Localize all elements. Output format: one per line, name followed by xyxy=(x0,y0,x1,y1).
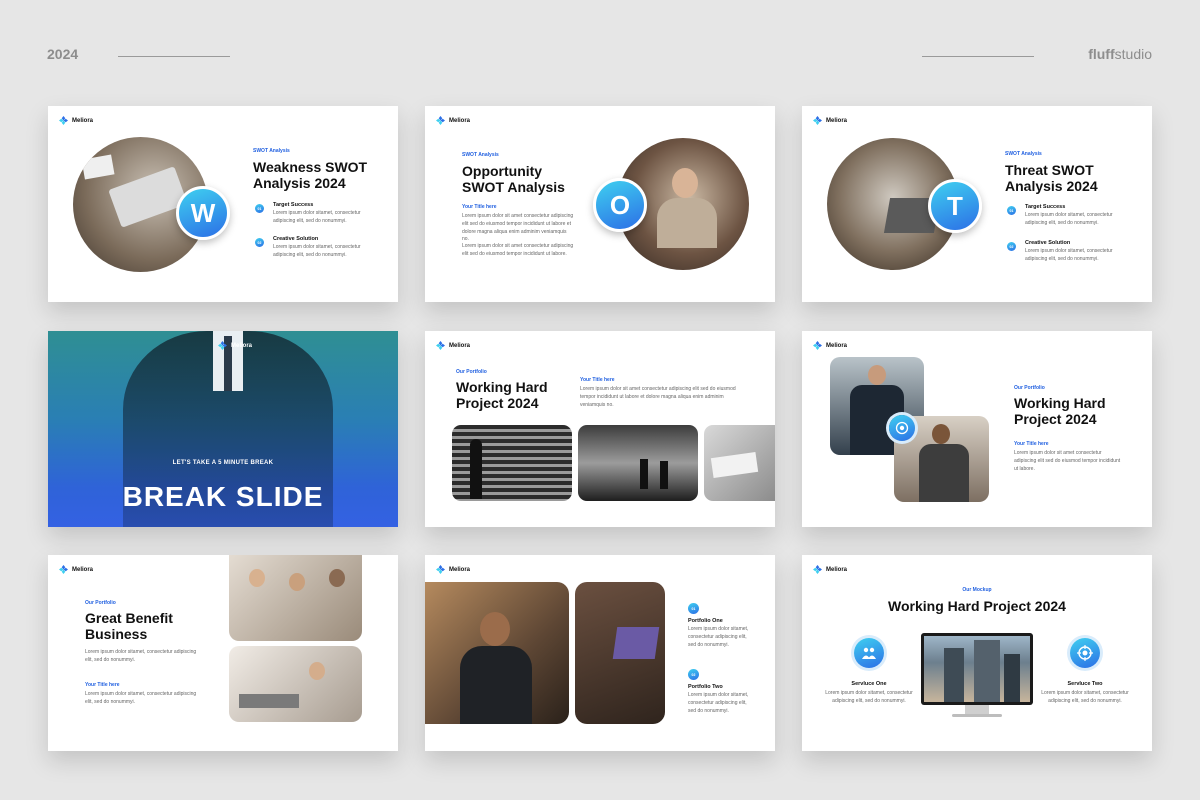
slide-logo: Meliora xyxy=(436,565,470,574)
break-kicker: LET'S TAKE A 5 MINUTE BREAK xyxy=(172,460,274,466)
logo-icon xyxy=(59,116,68,125)
header-divider-left xyxy=(118,56,230,57)
item-body: Lorem ipsum dolor sitamet, consectetur a… xyxy=(688,692,749,714)
point-number: 02 xyxy=(1007,242,1016,251)
logo-icon xyxy=(436,565,445,574)
slide-logo: Meliora xyxy=(436,116,470,125)
point-body: Lorem ipsum dolor sitamet, consectetur a… xyxy=(1025,248,1113,262)
logo-icon xyxy=(436,341,445,350)
slide-title: Great Benefit Business xyxy=(85,610,173,643)
slide-opportunity[interactable]: Meliora SWOT Analysis Opportunity SWOT A… xyxy=(425,106,775,302)
point-number: 01 xyxy=(1007,206,1016,215)
slide-logo: Meliora xyxy=(218,341,252,350)
photo-desk-glasses xyxy=(704,425,775,501)
point-body: Lorem ipsum dolor sitamet, consectetur a… xyxy=(273,244,361,258)
photo-man-headphones xyxy=(425,582,569,724)
photo-office-blinds xyxy=(452,425,572,501)
header-divider-right xyxy=(922,56,1034,57)
point-title: Creative Solution xyxy=(1025,240,1071,246)
swot-letter-badge: O xyxy=(593,178,647,232)
slide-threat[interactable]: Meliora T SWOT Analysis Threat SWOT Anal… xyxy=(802,106,1152,302)
photo-team-meeting xyxy=(229,555,362,641)
point-title: Target Success xyxy=(1025,204,1066,210)
target-icon xyxy=(889,415,915,441)
item-number: 02 xyxy=(688,669,699,680)
point-title: Creative Solution xyxy=(273,236,319,242)
slide-title: Threat SWOT Analysis 2024 xyxy=(1005,162,1098,195)
slide-kicker: Our Portfolio xyxy=(85,600,116,606)
slide-subtitle: Your Title here xyxy=(1014,441,1049,447)
swot-letter-badge: W xyxy=(176,186,230,240)
team-icon xyxy=(854,638,884,668)
logo-icon xyxy=(218,341,227,350)
slide-title: Weakness SWOT Analysis 2024 xyxy=(253,159,368,192)
logo-icon xyxy=(436,116,445,125)
photo-woman-laptop-cafe xyxy=(575,582,665,724)
monitor-base xyxy=(952,714,1002,717)
slide-body: Lorem ipsum dolor sit amet consectetur a… xyxy=(1014,450,1121,472)
slide-title: Working Hard Project 2024 xyxy=(456,379,548,412)
slide-benefit[interactable]: Meliora Our Portfolio Great Benefit Busi… xyxy=(48,555,398,751)
slide-body: Lorem ipsum dolor sit amet consectetur a… xyxy=(462,213,574,243)
slide-kicker: Our Portfolio xyxy=(1014,385,1045,391)
logo-icon xyxy=(813,116,822,125)
point-body: Lorem ipsum dolor sitamet, consectetur a… xyxy=(273,210,361,224)
header-brand: fluffstudio xyxy=(1088,46,1152,62)
slide-kicker: SWOT Analysis xyxy=(253,148,290,154)
slide-logo: Meliora xyxy=(59,565,93,574)
monitor-mockup xyxy=(921,633,1033,705)
target-icon xyxy=(1070,638,1100,668)
slide-logo: Meliora xyxy=(436,341,470,350)
service-title: Servluce One xyxy=(851,681,887,687)
photo-team-laptops xyxy=(229,646,362,722)
point-body: Lorem ipsum dolor sitamet, consectetur a… xyxy=(1025,212,1113,226)
logo-icon xyxy=(813,341,822,350)
break-title: BREAK SLIDE xyxy=(122,481,324,512)
slide-subtitle: Your Title here xyxy=(580,377,615,383)
slide-working-hard[interactable]: Meliora Our Portfolio Working Hard Proje… xyxy=(802,331,1152,527)
slide-kicker: SWOT Analysis xyxy=(462,152,499,158)
slide-kicker: Our Portfolio xyxy=(456,369,487,375)
point-title: Target Success xyxy=(273,202,314,208)
slide-body: Lorem ipsum dolor sitamet, consectetur a… xyxy=(85,649,197,663)
item-number: 01 xyxy=(688,603,699,614)
slide-title: Opportunity SWOT Analysis xyxy=(462,163,565,196)
monitor-screen-photo xyxy=(924,636,1030,702)
slide-logo: Meliora xyxy=(813,565,847,574)
slide-body: Lorem ipsum dolor sitamet, consectetur a… xyxy=(85,691,197,705)
slide-kicker: SWOT Analysis xyxy=(1005,151,1042,157)
service-title: Servluce Two xyxy=(1067,681,1103,687)
service-body: Lorem ipsum dolor sitamet, consectetur a… xyxy=(1041,690,1129,704)
logo-icon xyxy=(59,565,68,574)
swot-letter-badge: T xyxy=(928,179,982,233)
slide-logo: Meliora xyxy=(59,116,93,125)
logo-icon xyxy=(813,565,822,574)
slide-break[interactable]: Meliora LET'S TAKE A 5 MINUTE BREAK BREA… xyxy=(48,331,398,527)
point-number: 02 xyxy=(255,238,264,247)
slide-weakness[interactable]: Meliora W SWOT Analysis Weakness SWOT An… xyxy=(48,106,398,302)
item-body: Lorem ipsum dolor sitamet, consectetur a… xyxy=(688,626,749,648)
slide-title: Working Hard Project 2024 xyxy=(888,598,1066,614)
item-title: Portfolio One xyxy=(688,618,723,624)
slide-logo: Meliora xyxy=(813,116,847,125)
item-title: Portfolio Two xyxy=(688,684,723,690)
slide-portfolio-items[interactable]: Meliora 01 Portfolio One Lorem ipsum dol… xyxy=(425,555,775,751)
slide-body: Lorem ipsum dolor sit amet consectetur a… xyxy=(462,243,574,257)
slide-body: Lorem ipsum dolor sit amet consectetur a… xyxy=(580,386,736,408)
header-year: 2024 xyxy=(47,46,79,62)
slide-kicker: Our Mockup xyxy=(962,587,992,593)
slide-title: Working Hard Project 2024 xyxy=(1014,395,1106,428)
point-number: 01 xyxy=(255,204,264,213)
photo-office-window xyxy=(578,425,698,501)
slide-portfolio[interactable]: Meliora Our Portfolio Working Hard Proje… xyxy=(425,331,775,527)
slide-logo: Meliora xyxy=(813,341,847,350)
slide-subtitle: Your Title here xyxy=(462,204,497,210)
service-body: Lorem ipsum dolor sitamet, consectetur a… xyxy=(825,690,913,704)
slide-mockup[interactable]: Meliora Our Mockup Working Hard Project … xyxy=(802,555,1152,751)
slide-subtitle: Your Title here xyxy=(85,682,120,688)
